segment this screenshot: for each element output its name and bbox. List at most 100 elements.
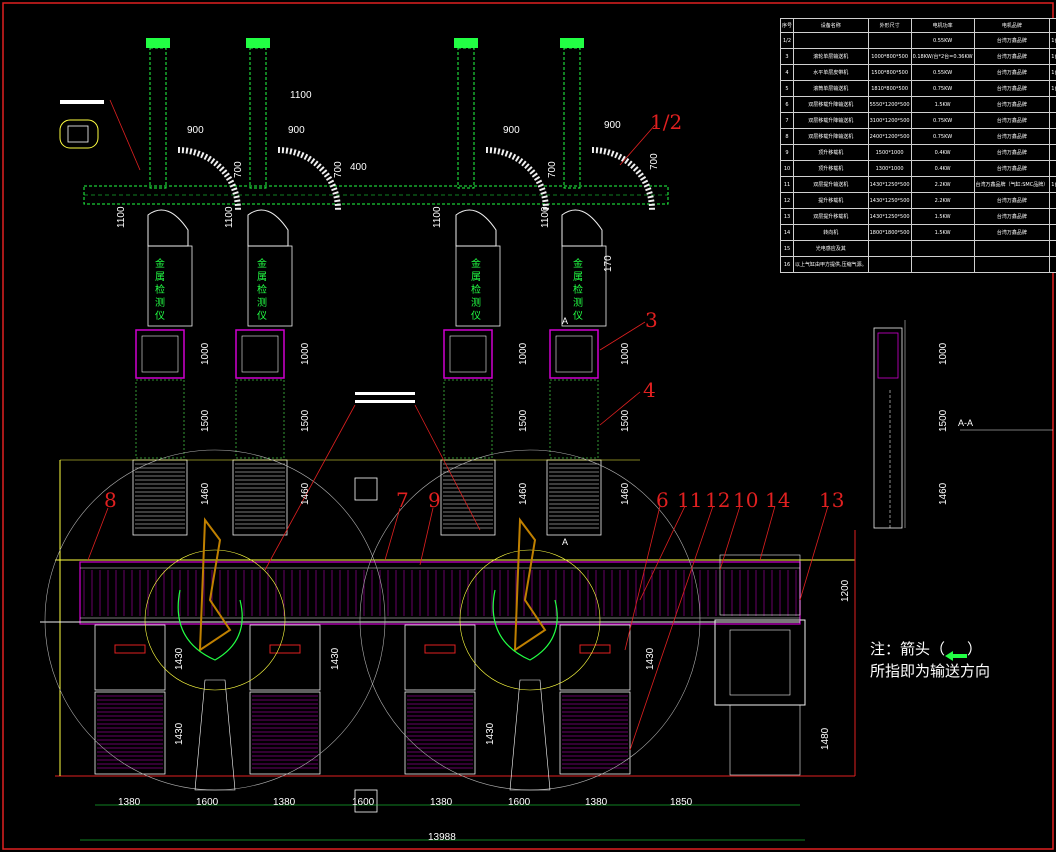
dimension-label: 1100 (540, 206, 551, 228)
bom-cell: 0.55KW (910, 64, 975, 81)
arrow-left-icon (945, 645, 968, 661)
dimension-label: 1600 (196, 797, 219, 808)
callout-10: 10 (733, 488, 759, 512)
bom-row: 12提升移载机1430*1250*5002.2KW台湾万鑫品牌1台 (779, 192, 1056, 209)
bom-cell: 12 (779, 192, 795, 209)
bom-cell: 台湾万鑫品牌 (973, 96, 1051, 113)
bom-cell: 5 (779, 80, 795, 97)
dimension-label: 1100 (224, 206, 235, 228)
dimension-label: 1000 (620, 342, 631, 365)
bom-cell: 双层移载升降输送机 (793, 96, 869, 113)
bom-cell: 台湾万鑫品牌 (973, 208, 1051, 225)
bom-row: 7双层移载升降输送机3100*1200*5000.75KW台湾万鑫品牌1台 (779, 112, 1056, 129)
bom-cell: 16 (779, 256, 795, 273)
dimension-label: 900 (604, 120, 621, 131)
bom-cell: 提升移载机 (793, 192, 869, 209)
lower-conveyor (559, 624, 631, 691)
bom-cell: 台湾万鑫品牌 (973, 48, 1051, 65)
bom-cell: 整套 (1049, 240, 1056, 257)
bom-cell: 台湾万鑫品牌 (973, 32, 1051, 49)
dimension-label: 700 (233, 161, 244, 178)
dimension-label: 700 (333, 161, 344, 178)
bom-row: 16 以上气缸由甲方提供,压缩气源。 (779, 256, 1056, 273)
bom-cell: 1.5KW (910, 224, 975, 241)
dimension-label: 1500 (518, 409, 529, 432)
bom-cell: 13 (779, 208, 795, 225)
bom-row: 6双层移载升降输送机5550*1200*5001.5KW台湾万鑫品牌1台 (779, 96, 1056, 113)
bom-cell: 0.55KW (910, 32, 975, 49)
dimension-label: 1460 (200, 482, 211, 505)
section-marker: A (562, 316, 569, 326)
dimension-label: 1000 (938, 342, 949, 365)
note-text: ） (967, 640, 983, 658)
bom-cell: 1台 (1049, 160, 1056, 177)
dimension-label: 1380 (273, 797, 296, 808)
bom-cell: 1500*800*500 (867, 64, 912, 81)
bom-cell: 3100*1200*500 (867, 112, 912, 129)
dimension-label: 170 (603, 255, 614, 272)
bom-cell: 1台/套*4套=4台 (1049, 32, 1056, 49)
dimension-label: 1500 (300, 409, 311, 432)
dimension-label: 1200 (840, 579, 851, 602)
bom-cell: 台湾万鑫品牌（气缸:SMC品牌） (973, 176, 1051, 193)
callout-1-2: 1/2 (650, 110, 683, 134)
bom-cell: 1台 (1049, 224, 1056, 241)
dimension-label: 1600 (352, 797, 375, 808)
bom-cell: 1430*1250*500 (867, 176, 912, 193)
bom-header-cell: 数量 (1049, 18, 1056, 33)
dimension-label: 1000 (300, 342, 311, 365)
bom-cell: 15 (779, 240, 795, 257)
note-text: 注：箭头（ (870, 640, 946, 658)
bom-cell: 1台 (1049, 96, 1056, 113)
robot-reach-circle (359, 449, 701, 791)
callout-3: 3 (645, 308, 658, 332)
bom-row: 15光电感应及其 整套 (779, 240, 1056, 257)
bom-cell: 3 (779, 48, 795, 65)
bom-cell: 1台 (1049, 128, 1056, 145)
bom-cell: 0.4KW (910, 144, 975, 161)
bom-cell (1049, 256, 1056, 273)
dimension-label: 1480 (820, 727, 831, 750)
dimension-label: 1460 (620, 482, 631, 505)
bom-cell: 0.75KW (910, 128, 975, 145)
dimension-label: 1100 (116, 206, 127, 228)
conveying-direction-note: 注：箭头（ ） 所指即为输送方向 (870, 638, 990, 682)
callout-12: 12 (705, 488, 731, 512)
bom-cell: 0.75KW (910, 80, 975, 97)
bom-cell: 滚筒单层输送机 (793, 80, 869, 97)
bom-cell: 1台/套*4套=4台 (1049, 48, 1056, 65)
dimension-label: 400 (350, 162, 367, 173)
dimension-label: 1850 (670, 797, 693, 808)
dimension-label: 900 (288, 125, 305, 136)
bom-cell: 1800*1800*500 (867, 224, 912, 241)
dimension-label: 1380 (118, 797, 141, 808)
bom-cell: 6 (779, 96, 795, 113)
bom-cell (793, 32, 869, 49)
lower-conveyor (404, 624, 476, 691)
dimension-label: 1460 (938, 482, 949, 505)
bom-cell: 1台/套*4套=4台 (1049, 64, 1056, 81)
bom-cell: 1.5KW (910, 96, 975, 113)
callout-4: 4 (643, 378, 656, 402)
bom-cell: 转向机 (793, 224, 869, 241)
bom-cell: 1台 (1049, 208, 1056, 225)
bom-cell: 4台 (1049, 144, 1056, 161)
callout-7: 7 (396, 488, 409, 512)
bom-cell: 1.5KW (910, 208, 975, 225)
dimension-label: 1000 (518, 342, 529, 365)
bom-cell: 以上气缸由甲方提供,压缩气源。 (793, 256, 869, 273)
dimension-label: 1500 (620, 409, 631, 432)
dimension-label: 1460 (300, 482, 311, 505)
bom-cell: 0.75KW (910, 112, 975, 129)
bom-cell: 台湾万鑫品牌 (973, 128, 1051, 145)
turning-machine (714, 619, 806, 706)
dimension-label: 1460 (518, 482, 529, 505)
bom-cell: 10 (779, 160, 795, 177)
bom-row: 10顶升移载机1300*10000.4KW台湾万鑫品牌1台 (779, 160, 1056, 177)
dimension-label: 700 (547, 161, 558, 178)
bom-cell: 11 (779, 176, 795, 193)
dimension-label: 1430 (330, 647, 341, 670)
dimension-label: 1100 (432, 206, 443, 228)
bom-cell: 1430*1250*500 (867, 208, 912, 225)
bom-header-cell: 序号 (779, 18, 795, 33)
